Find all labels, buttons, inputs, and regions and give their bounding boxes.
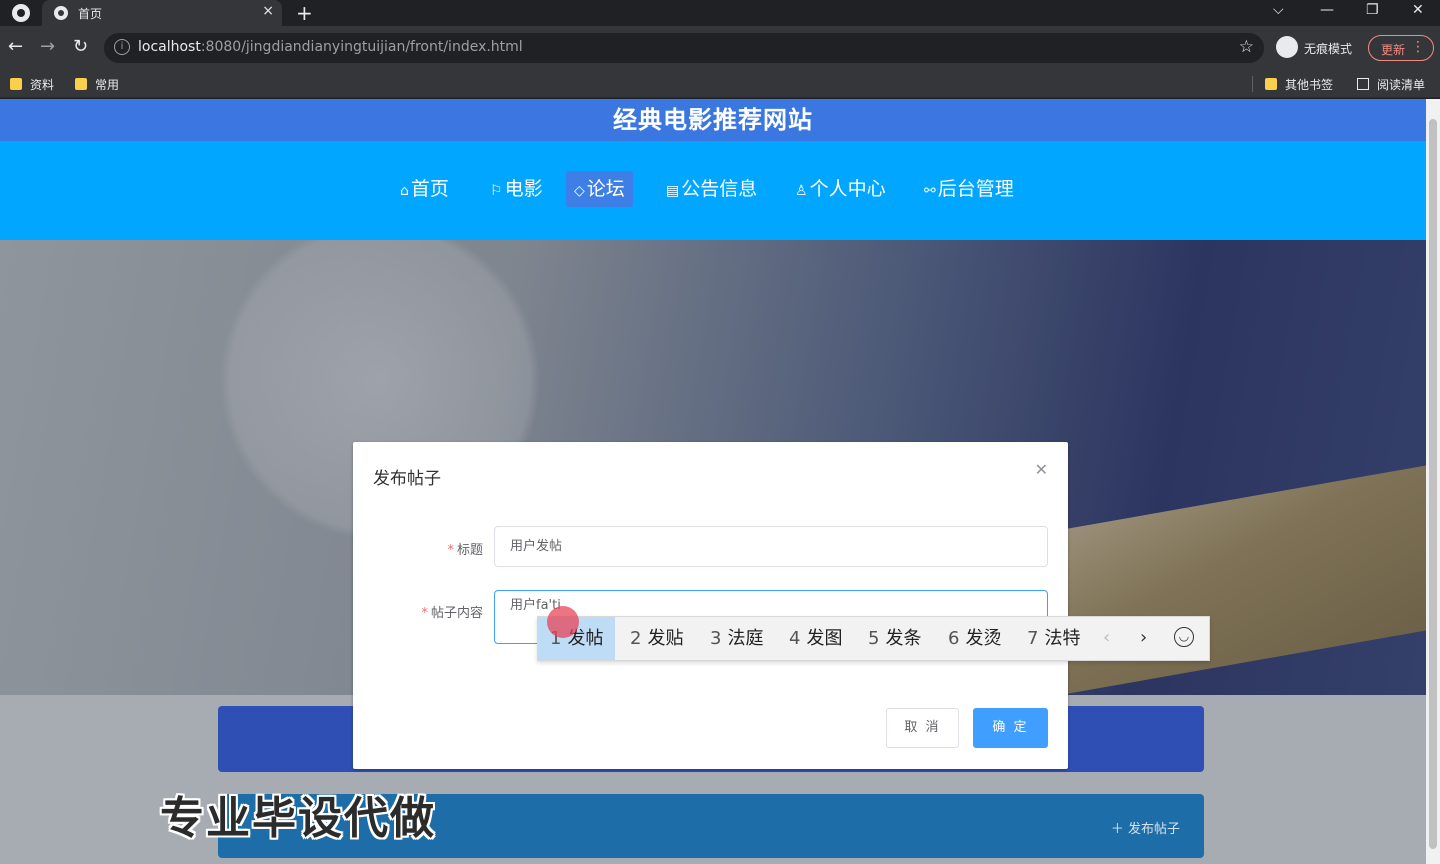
dialog-title: 发布帖子 bbox=[373, 469, 441, 489]
incognito-icon[interactable] bbox=[1276, 36, 1298, 58]
browser-tab-bar: 首页 × + ⌵ — ❐ ✕ bbox=[0, 0, 1440, 26]
update-label: 更新 bbox=[1381, 43, 1406, 57]
nav-movies[interactable]: ⚐ 电影 bbox=[482, 171, 551, 207]
browser-tab[interactable]: 首页 × bbox=[42, 0, 282, 26]
url-text[interactable]: localhost:8080/jingdiandianyingtuijian/f… bbox=[138, 39, 523, 55]
globe-icon bbox=[54, 6, 68, 20]
site-info-icon[interactable]: i bbox=[114, 39, 130, 55]
ime-candidate[interactable]: 2 发贴 bbox=[618, 617, 695, 660]
home-icon: ⌂ bbox=[400, 183, 409, 199]
bookmark-star-icon[interactable]: ☆ bbox=[1239, 37, 1254, 57]
tag-icon: ◇ bbox=[574, 183, 585, 199]
nav-forum[interactable]: ◇ 论坛 bbox=[566, 171, 633, 207]
click-indicator bbox=[547, 606, 579, 638]
folder-icon bbox=[1265, 78, 1277, 90]
tab-title: 首页 bbox=[78, 7, 103, 21]
user-icon: ♙ bbox=[795, 183, 808, 199]
folder-icon bbox=[10, 78, 22, 90]
site-nav: ⌂ 首页 ⚐ 电影 ◇ 论坛 ▤ 公告信息 ♙ 个人中心 ⚯ 后台管理 bbox=[0, 141, 1426, 240]
flag-icon: ⚐ bbox=[490, 183, 503, 199]
profile-label[interactable]: 无痕模式 bbox=[1304, 40, 1352, 57]
browser-logo-icon bbox=[12, 4, 30, 22]
ime-candidate[interactable]: 3 法庭 bbox=[698, 617, 775, 660]
page-scrollbar[interactable] bbox=[1426, 99, 1440, 864]
back-icon[interactable]: ← bbox=[8, 36, 23, 57]
ime-candidate[interactable]: 7 法特 bbox=[1015, 617, 1092, 660]
site-header: 经典电影推荐网站 bbox=[0, 99, 1426, 141]
watermark-text: 专业毕设代做 bbox=[160, 793, 436, 844]
bookmarks-bar: 资料 常用 其他书签 阅读清单 bbox=[0, 70, 1440, 98]
browser-toolbar: ← → ↻ i localhost:8080/jingdiandianyingt… bbox=[0, 26, 1440, 70]
window-close-icon[interactable]: ✕ bbox=[1412, 2, 1424, 18]
forward-icon[interactable]: → bbox=[40, 36, 55, 57]
ime-candidate[interactable]: 6 发烫 bbox=[936, 617, 1013, 660]
reading-list-icon bbox=[1357, 78, 1369, 90]
minimize-icon[interactable]: — bbox=[1320, 2, 1334, 18]
update-button[interactable]: 更新 ⋮ bbox=[1368, 35, 1434, 61]
notice-icon: ▤ bbox=[666, 183, 680, 199]
nav-home[interactable]: ⌂ 首页 bbox=[392, 171, 457, 207]
publish-post-dialog: 发布帖子 ✕ * 标题 用户发帖 * 帖子内容 用户fa'ti 取 消 确 定 bbox=[353, 442, 1068, 769]
new-tab-button[interactable]: + bbox=[296, 1, 313, 25]
folder-icon bbox=[75, 78, 87, 90]
reading-list[interactable]: 阅读清单 bbox=[1357, 76, 1425, 93]
tab-close-button[interactable]: × bbox=[262, 3, 274, 19]
close-icon[interactable]: ✕ bbox=[1035, 460, 1048, 479]
bookmark-folder[interactable]: 资料 bbox=[10, 76, 54, 93]
publish-post-button[interactable]: ＋ 发布帖子 bbox=[1111, 818, 1180, 837]
bookmark-separator bbox=[1252, 76, 1253, 92]
ime-prev-page-icon[interactable]: ‹ bbox=[1103, 627, 1110, 648]
nav-profile[interactable]: ♙ 个人中心 bbox=[787, 171, 894, 207]
title-label: * 标题 bbox=[447, 543, 483, 558]
nav-notices[interactable]: ▤ 公告信息 bbox=[658, 171, 765, 207]
link-icon: ⚯ bbox=[924, 183, 936, 199]
ime-next-page-icon[interactable]: › bbox=[1140, 627, 1147, 648]
menu-dots-icon[interactable]: ⋮ bbox=[1411, 39, 1425, 55]
tab-search-icon[interactable]: ⌵ bbox=[1273, 2, 1284, 18]
emoji-icon[interactable]: ◡ bbox=[1174, 627, 1194, 647]
confirm-button[interactable]: 确 定 bbox=[973, 708, 1048, 748]
bookmark-folder[interactable]: 常用 bbox=[75, 76, 119, 93]
site-title: 经典电影推荐网站 bbox=[613, 106, 813, 134]
cancel-button[interactable]: 取 消 bbox=[886, 708, 959, 748]
restore-icon[interactable]: ❐ bbox=[1366, 2, 1379, 18]
scrollbar-thumb[interactable] bbox=[1429, 119, 1437, 849]
ime-candidate-bar: 1 发帖 2 发贴 3 法庭 4 发图 5 发条 6 发烫 7 法特 ‹ › ◡ bbox=[537, 616, 1210, 661]
ime-candidate[interactable]: 5 发条 bbox=[856, 617, 933, 660]
reload-icon[interactable]: ↻ bbox=[73, 36, 88, 57]
content-label: * 帖子内容 bbox=[421, 606, 483, 621]
address-bar[interactable]: i localhost:8080/jingdiandianyingtuijian… bbox=[104, 33, 1264, 63]
other-bookmarks[interactable]: 其他书签 bbox=[1265, 76, 1333, 93]
ime-candidate[interactable]: 4 发图 bbox=[777, 617, 854, 660]
page-viewport: 经典电影推荐网站 ⌂ 首页 ⚐ 电影 ◇ 论坛 ▤ 公告信息 ♙ 个人中心 ⚯ 后台管理 ＋… bbox=[0, 99, 1426, 864]
title-input[interactable]: 用户发帖 bbox=[494, 526, 1048, 567]
nav-admin[interactable]: ⚯ 后台管理 bbox=[916, 171, 1022, 207]
